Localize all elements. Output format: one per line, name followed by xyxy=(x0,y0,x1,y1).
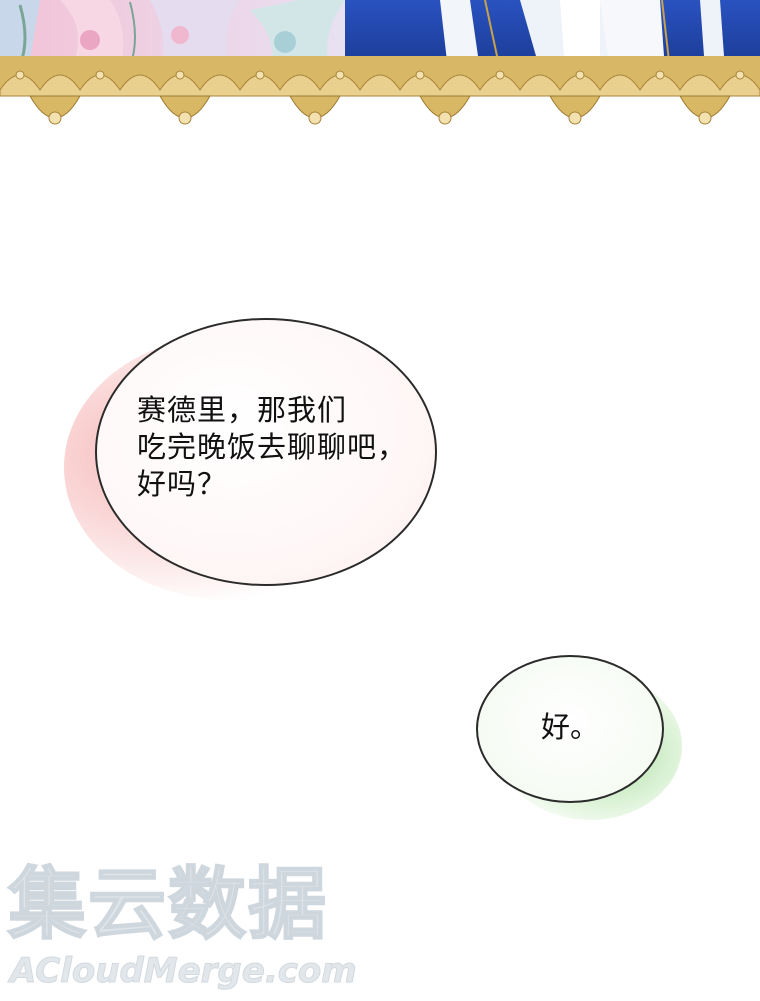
comic-panel-top xyxy=(0,0,760,140)
speech-bubble-2: 好。 xyxy=(476,655,664,803)
speech-line: 赛德里，那我们 xyxy=(137,393,348,427)
speech-bubble-1-text: 赛德里，那我们 吃完晚饭去聊聊吧， 好吗？ xyxy=(137,392,437,503)
watermark-url: ACloudMerge.com xyxy=(10,951,358,991)
speech-bubble-1: 赛德里，那我们 吃完晚饭去聊聊吧， 好吗？ xyxy=(95,318,437,586)
speech-bubble-2-text: 好。 xyxy=(540,710,599,744)
watermark-chinese: 集云数据 xyxy=(7,859,329,951)
speech-line: 吃完晚饭去聊聊吧， xyxy=(137,430,408,464)
speech-line: 好吗？ xyxy=(137,467,228,501)
watermark: 集云数据 ACloudMerge.com xyxy=(7,859,388,991)
panel-illustration xyxy=(0,0,760,125)
